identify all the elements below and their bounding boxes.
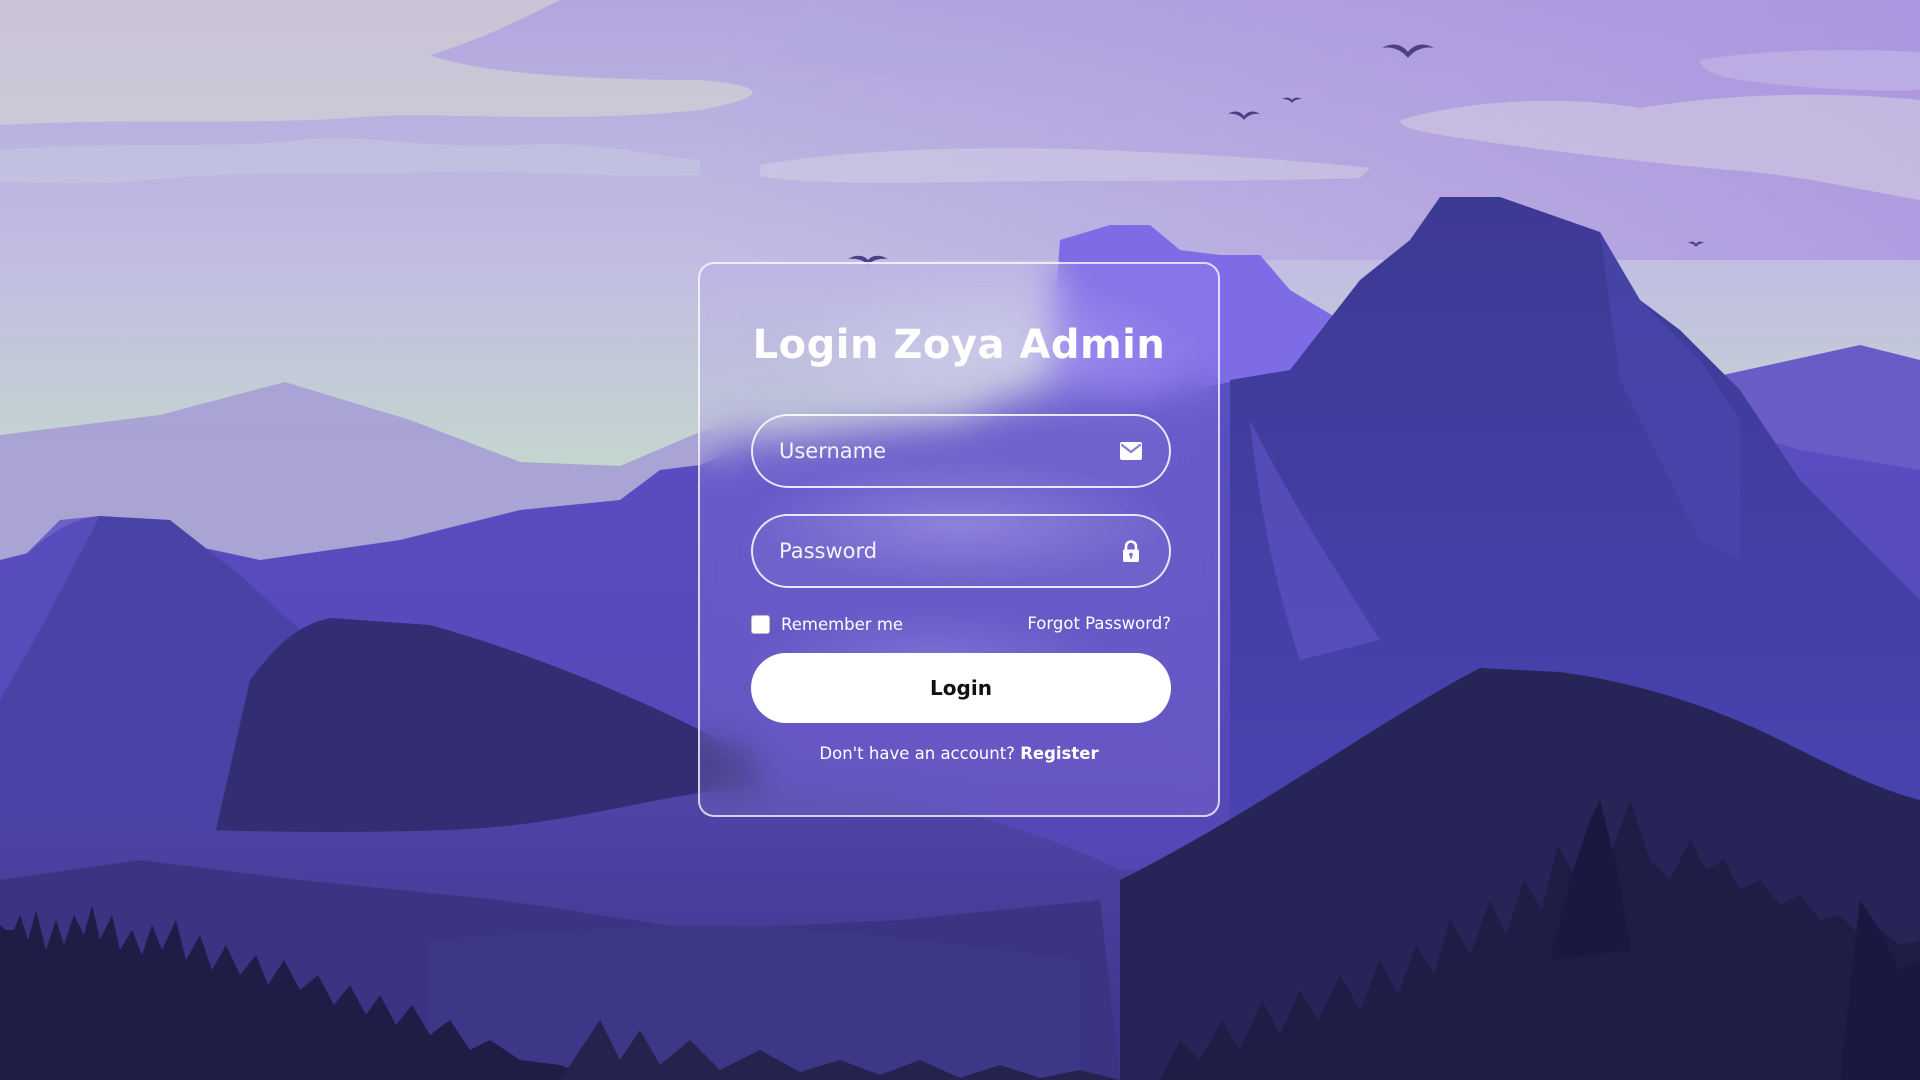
password-field[interactable] (751, 514, 1171, 588)
remember-me[interactable]: Remember me (751, 609, 903, 639)
login-button[interactable]: Login (751, 653, 1171, 723)
lock-icon (1119, 539, 1143, 563)
envelope-icon (1119, 439, 1143, 463)
register-row: Don't have an account? Register (700, 744, 1218, 763)
remember-me-label: Remember me (781, 614, 904, 634)
username-field[interactable] (751, 414, 1171, 488)
login-title: Login Zoya Admin (752, 322, 1166, 368)
login-card: Login Zoya Admin Remember me Forgot Pass… (698, 262, 1220, 817)
login-options-row: Remember me Forgot Password? (751, 609, 1171, 639)
register-prompt: Don't have an account? (819, 744, 1021, 763)
remember-me-checkbox[interactable] (751, 614, 770, 634)
forgot-password-link[interactable]: Forgot Password? (1027, 609, 1171, 639)
register-link[interactable]: Register (1020, 744, 1098, 763)
password-input[interactable] (779, 516, 1109, 586)
username-input[interactable] (779, 416, 1109, 486)
